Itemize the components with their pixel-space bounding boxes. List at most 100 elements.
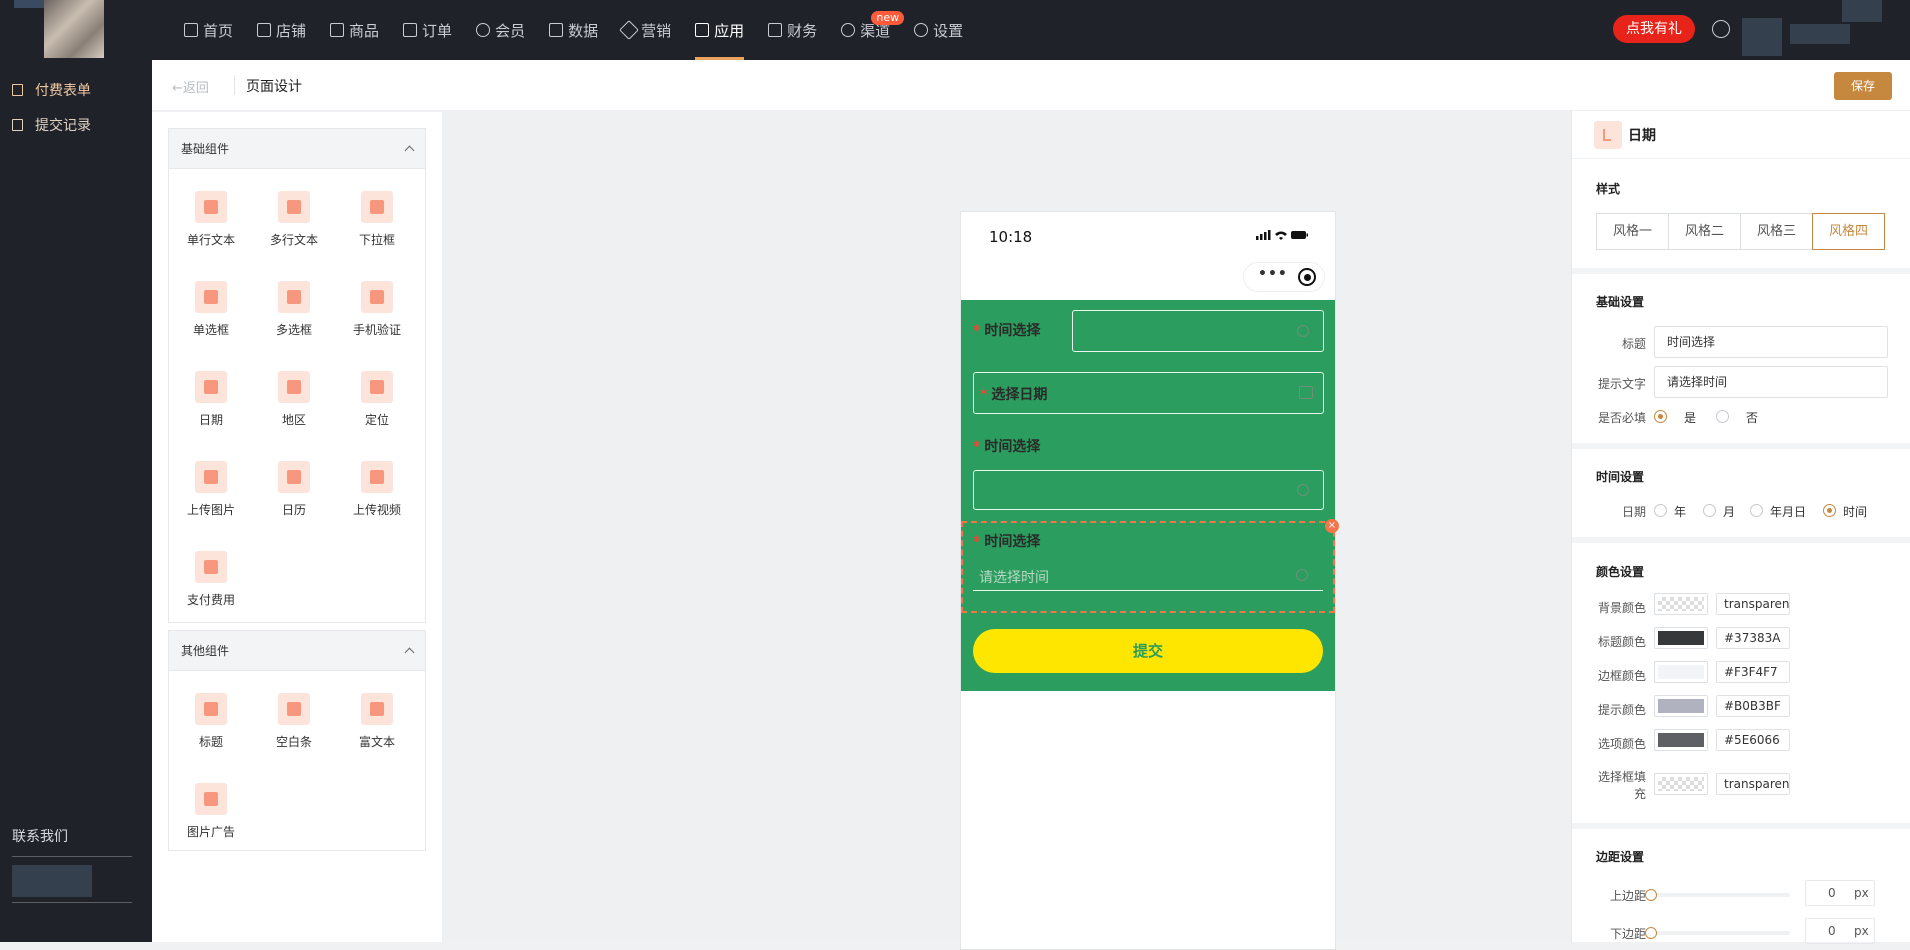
store-icon [257,23,272,37]
submit-button[interactable]: 提交 [973,629,1323,673]
download-icon[interactable] [1712,20,1730,38]
component-library: 基础组件 单行文本 多行文本 下拉框 单选框 多选框 手机验证 日期 地区 定位… [152,112,442,942]
option-color-swatch[interactable] [1654,729,1708,751]
date-ymd-radio[interactable] [1750,504,1763,517]
border-color-swatch[interactable] [1654,661,1708,683]
component-upload-video[interactable]: 上传视频 [337,449,417,529]
hint-color-value[interactable]: #B0B3BF [1716,695,1790,717]
date-time-radio[interactable] [1823,504,1836,517]
component-calendar[interactable]: 日历 [254,449,334,529]
basic-settings-title: 基础设置 [1596,295,1645,309]
form-area: * 时间选择 * 选择日期 * 时间选择 × * 时间选择 请选择时间 提交 [961,300,1339,691]
title-color-value[interactable]: #37383A [1716,627,1790,649]
style-option-4[interactable]: 风格四 [1812,213,1885,250]
title-color-swatch[interactable] [1654,627,1708,649]
blurred-user-name [1790,24,1850,44]
component-checkbox[interactable]: 多选框 [254,269,334,349]
required-no-radio[interactable] [1716,410,1729,423]
component-image-ad[interactable]: 图片广告 [171,771,251,851]
component-region[interactable]: 地区 [254,359,334,439]
promo-button[interactable]: 点我有礼 [1613,15,1695,43]
data-icon [549,23,564,37]
nav-settings[interactable]: 设置 [902,0,975,60]
fill-color-swatch[interactable] [1654,773,1708,795]
component-date[interactable]: 日期 [171,359,251,439]
bottom-margin-label: 下边距 [1609,927,1646,941]
component-rich-text[interactable]: 富文本 [337,681,417,761]
title-input[interactable]: 时间选择 [1654,326,1888,358]
bottom-margin-slider[interactable] [1645,927,1790,939]
field-4-input[interactable]: 请选择时间 [973,563,1323,591]
other-components-header[interactable]: 其他组件 [169,631,425,671]
sidebar-item-paid-form[interactable]: 付费表单 [0,72,152,107]
nav-store[interactable]: 店铺 [245,0,318,60]
shop-logo[interactable] [44,0,104,58]
top-margin-slider[interactable] [1645,889,1790,901]
component-dropdown[interactable]: 下拉框 [337,179,417,259]
date-year-radio[interactable] [1654,504,1667,517]
basic-components-header[interactable]: 基础组件 [169,129,425,169]
tag-icon [619,20,639,40]
option-color-value[interactable]: #5E6066 [1716,729,1790,751]
field-3-input[interactable] [973,470,1324,510]
component-payment[interactable]: 支付费用 [171,539,251,619]
sidebar: 付费表单 提交记录 联系我们 [0,60,152,942]
style-option-2[interactable]: 风格二 [1668,213,1741,250]
bottom-margin-input[interactable]: 0 px [1805,918,1875,944]
hint-input[interactable]: 请选择时间 [1654,366,1888,398]
clock-icon [1297,484,1309,496]
fill-color-value[interactable]: transparent [1716,773,1790,795]
nav-orders[interactable]: 订单 [391,0,464,60]
nav-channel[interactable]: 渠道 new [829,0,905,60]
component-location[interactable]: 定位 [337,359,417,439]
component-multi-text[interactable]: 多行文本 [254,179,334,259]
component-upload-image[interactable]: 上传图片 [171,449,251,529]
selected-field[interactable]: × * 时间选择 请选择时间 [961,519,1339,613]
property-header: 日期 [1572,111,1910,159]
more-icon[interactable]: ••• [1258,266,1288,282]
back-button[interactable]: ←返回 [172,77,209,96]
mini-program-capsule[interactable]: ••• [1243,262,1325,292]
form-icon [12,83,23,96]
main-nav: 首页 店铺 商品 订单 会员 数据 营销 应用 财务 渠道 new 设置 [172,0,975,60]
nav-apps[interactable]: 应用 [683,0,756,60]
style-option-1[interactable]: 风格一 [1596,213,1669,250]
field-1-input[interactable] [1072,310,1324,352]
nav-finance[interactable]: 财务 [756,0,829,60]
component-spacer[interactable]: 空白条 [254,681,334,761]
home-icon [184,23,198,37]
margin-settings-title: 边距设置 [1596,850,1645,864]
image-ad-icon [195,783,227,815]
nav-marketing[interactable]: 营销 [610,0,683,60]
save-button[interactable]: 保存 [1834,72,1892,100]
spacer-icon [278,693,310,725]
sidebar-item-submissions[interactable]: 提交记录 [0,107,152,142]
style-option-3[interactable]: 风格三 [1740,213,1813,250]
component-radio[interactable]: 单选框 [171,269,251,349]
hint-color-swatch[interactable] [1654,695,1708,717]
nav-goods[interactable]: 商品 [318,0,391,60]
property-title: 日期 [1628,128,1656,144]
bg-color-value[interactable]: transparent [1716,593,1790,615]
close-capsule-icon[interactable] [1298,268,1316,286]
goods-icon [330,23,345,37]
field-2-input[interactable]: * 选择日期 [973,372,1324,414]
new-badge: new [871,11,905,25]
component-single-text[interactable]: 单行文本 [171,179,251,259]
blurred-user-info [1742,18,1782,56]
date-month-radio[interactable] [1703,504,1716,517]
member-icon [476,23,491,37]
style-section-title: 样式 [1596,182,1621,196]
delete-field-icon[interactable]: × [1325,519,1339,533]
component-title[interactable]: 标题 [171,681,251,761]
bg-color-swatch[interactable] [1654,593,1708,615]
component-phone-verify[interactable]: 手机验证 [337,269,417,349]
field-2-label: * 选择日期 [980,387,1048,403]
nav-members[interactable]: 会员 [464,0,537,60]
nav-home[interactable]: 首页 [172,0,245,60]
required-yes-radio[interactable] [1654,410,1667,423]
nav-data[interactable]: 数据 [537,0,610,60]
border-color-value[interactable]: #F3F4F7 [1716,661,1790,683]
border-color-label: 边框颜色 [1597,669,1646,683]
top-margin-input[interactable]: 0 px [1805,880,1875,906]
